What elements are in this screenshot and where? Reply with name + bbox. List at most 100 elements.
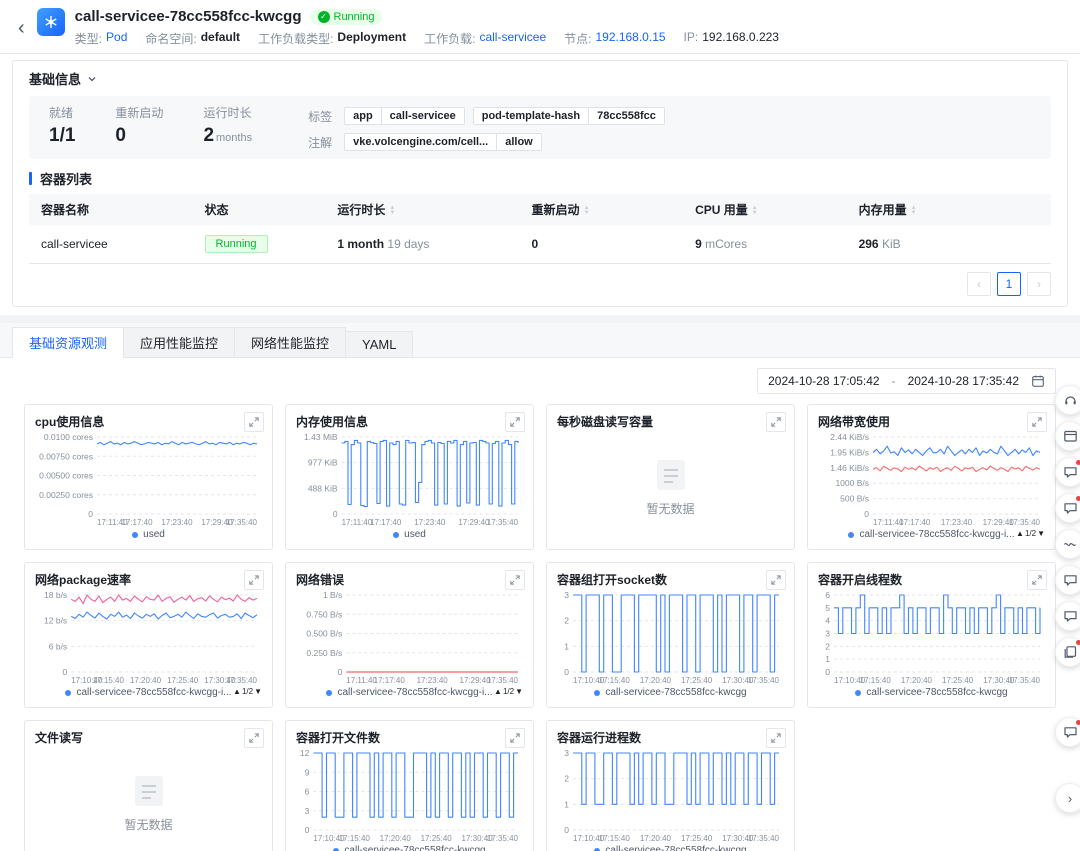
- current-page-button[interactable]: 1: [997, 272, 1021, 296]
- tag-chip: vke.volcengine.com/cell...allow: [344, 133, 542, 151]
- svg-text:17:35:40: 17:35:40: [1009, 518, 1041, 527]
- stat-label: 运行时长: [203, 104, 252, 121]
- pager-down-icon[interactable]: ▼: [515, 687, 523, 696]
- message-d-button[interactable]: [1055, 601, 1080, 631]
- back-button[interactable]: ‹: [16, 8, 27, 47]
- pager-up-icon[interactable]: ▲: [494, 687, 502, 696]
- svg-text:17:17:40: 17:17:40: [374, 676, 406, 685]
- stat-label: 重新启动: [115, 104, 163, 121]
- legend-pager[interactable]: ▲1/2▼: [494, 687, 523, 696]
- feedback-button[interactable]: [1055, 717, 1080, 747]
- svg-text:3: 3: [564, 748, 569, 758]
- expand-icon: [510, 575, 520, 585]
- svg-text:17:35:40: 17:35:40: [487, 518, 519, 527]
- chart-title: 容器开启线程数: [818, 571, 1045, 588]
- expand-chart-button[interactable]: [505, 412, 525, 432]
- sort-icon[interactable]: ▲▼: [911, 206, 917, 216]
- legend-label: call-servicee-78cc558fcc-kwcgg-i...: [337, 687, 492, 698]
- message-a-button[interactable]: [1055, 457, 1080, 487]
- meta-value[interactable]: Pod: [106, 30, 127, 47]
- sort-icon[interactable]: ▲▼: [584, 206, 590, 216]
- expand-icon: [1032, 575, 1042, 585]
- time-range-picker[interactable]: 2024-10-28 17:05:42 - 2024-10-28 17:35:4…: [757, 368, 1056, 394]
- svg-text:6 b/s: 6 b/s: [49, 641, 67, 651]
- tab-4[interactable]: YAML: [345, 331, 413, 358]
- svg-text:17:23:40: 17:23:40: [161, 518, 193, 527]
- legend-pager[interactable]: ▲1/2▼: [1016, 529, 1045, 538]
- svg-text:17:35:40: 17:35:40: [748, 834, 780, 843]
- tab-1[interactable]: 基础资源观测: [12, 327, 124, 358]
- pager-up-icon[interactable]: ▲: [233, 687, 241, 696]
- meta-label: 工作负载类型:: [258, 30, 333, 47]
- meta-value[interactable]: 192.168.0.15: [595, 30, 665, 47]
- tab-2[interactable]: 应用性能监控: [123, 327, 235, 358]
- message-b-button[interactable]: [1055, 493, 1080, 523]
- chat-icon: [1062, 724, 1079, 741]
- svg-text:0.500 B/s: 0.500 B/s: [306, 629, 342, 639]
- expand-chart-button[interactable]: [505, 728, 525, 748]
- docs-icon: [1062, 644, 1079, 661]
- title-row: call-servicee-78cc558fcc-kwcgg ✓ Running: [75, 8, 1064, 25]
- column-header-6[interactable]: 内存用量▲▼: [847, 194, 1051, 225]
- customer-service-button[interactable]: [1055, 385, 1080, 415]
- prev-page-button[interactable]: ‹: [967, 272, 991, 296]
- tab-3[interactable]: 网络性能监控: [234, 327, 346, 358]
- expand-chart-button[interactable]: [766, 570, 786, 590]
- next-page-button[interactable]: ›: [1027, 272, 1051, 296]
- svg-text:0: 0: [564, 825, 569, 835]
- pager-up-icon[interactable]: ▲: [1016, 529, 1024, 538]
- header-meta: 类型:Pod命名空间:default工作负载类型:Deployment工作负载:…: [75, 30, 1064, 47]
- timebar: 2024-10-28 17:05:42 - 2024-10-28 17:35:4…: [24, 368, 1056, 394]
- chart-card: 文件读写暂无数据: [24, 720, 273, 851]
- calendar-icon: [1031, 374, 1045, 388]
- column-header-5[interactable]: CPU 用量▲▼: [683, 194, 847, 225]
- legend-pager[interactable]: ▲1/2▼: [233, 687, 262, 696]
- sort-icon[interactable]: ▲▼: [752, 206, 758, 216]
- pagination: ‹ 1 ›: [13, 264, 1067, 306]
- expand-chart-button[interactable]: [1027, 570, 1047, 590]
- expand-icon: [1032, 417, 1042, 427]
- chevron-down-icon: [87, 74, 97, 84]
- svg-text:17:35:40: 17:35:40: [1009, 676, 1041, 685]
- stat-label: 就绪: [49, 104, 75, 121]
- help-panel-button[interactable]: [1055, 421, 1080, 451]
- expand-chart-button[interactable]: [766, 412, 786, 432]
- svg-text:17:23:40: 17:23:40: [941, 518, 973, 527]
- time-range-start: 2024-10-28 17:05:42: [768, 374, 879, 388]
- column-header-1: 容器名称: [29, 194, 193, 225]
- svg-text:17:11:40: 17:11:40: [342, 518, 373, 527]
- svg-text:0: 0: [305, 825, 310, 835]
- panel-icon: [1062, 428, 1079, 445]
- svg-text:17:15:40: 17:15:40: [339, 834, 371, 843]
- activity-button[interactable]: [1055, 529, 1080, 559]
- column-header-3[interactable]: 运行时长▲▼: [325, 194, 519, 225]
- empty-text: 暂无数据: [124, 816, 172, 833]
- stat-suffix: months: [216, 132, 252, 144]
- expand-chart-button[interactable]: [244, 728, 264, 748]
- documents-button[interactable]: [1055, 637, 1080, 667]
- svg-text:0.00750 cores: 0.00750 cores: [39, 451, 93, 461]
- expand-chart-button[interactable]: [244, 412, 264, 432]
- expand-icon: [249, 575, 259, 585]
- sort-icon[interactable]: ▲▼: [389, 206, 395, 216]
- meta-value[interactable]: call-servicee: [479, 30, 546, 47]
- pager-down-icon[interactable]: ▼: [1037, 529, 1045, 538]
- chart-title: 网络package速率: [35, 571, 262, 588]
- basic-info-header[interactable]: 基础信息: [13, 61, 1067, 96]
- chip-key: vke.volcengine.com/cell...: [345, 134, 496, 150]
- svg-text:17:15:40: 17:15:40: [93, 676, 125, 685]
- expand-chart-button[interactable]: [244, 570, 264, 590]
- tag-chip: appcall-servicee: [344, 107, 465, 125]
- chart-legend: call-servicee-78cc558fcc-kwcgg: [557, 845, 784, 851]
- expand-chart-button[interactable]: [1027, 412, 1047, 432]
- message-c-button[interactable]: [1055, 565, 1080, 595]
- time-range-separator: -: [892, 374, 896, 388]
- expand-chart-button[interactable]: [505, 570, 525, 590]
- pager-down-icon[interactable]: ▼: [254, 687, 262, 696]
- svg-text:17:20:40: 17:20:40: [640, 834, 672, 843]
- expand-chart-button[interactable]: [766, 728, 786, 748]
- legend-dot-icon: [594, 848, 600, 851]
- collapse-toolbar-button[interactable]: ›: [1055, 783, 1080, 813]
- svg-text:17:35:40: 17:35:40: [487, 834, 519, 843]
- column-header-4[interactable]: 重新启动▲▼: [520, 194, 684, 225]
